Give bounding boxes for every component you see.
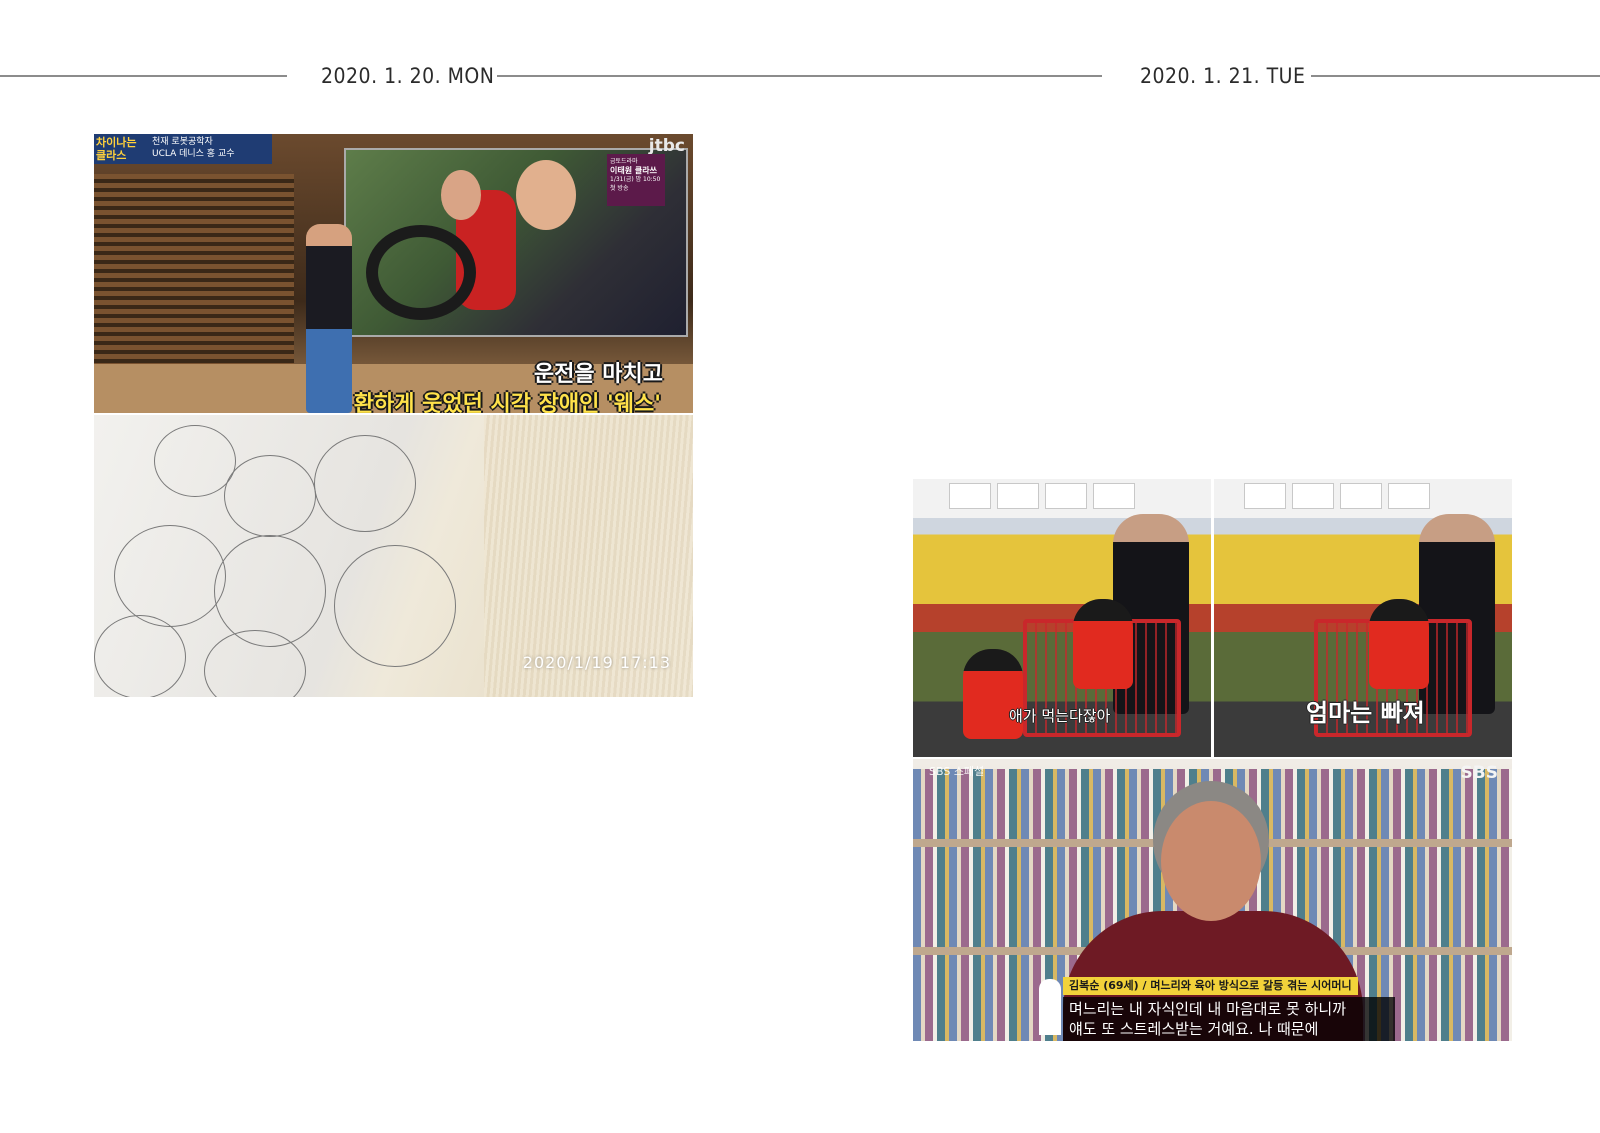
- person-face: [516, 160, 576, 230]
- child-figure: [1369, 599, 1429, 689]
- animal-doodle: [334, 545, 456, 667]
- channel-logo: SBS: [1460, 763, 1498, 783]
- animal-doodle: [154, 425, 236, 497]
- fabric-photo: 2020/1/19 17:13: [94, 415, 693, 697]
- subtitle: 엄마는 빠져: [1306, 699, 1425, 727]
- date-left: 2020. 1. 20. MON: [321, 64, 495, 88]
- price-tag: [1093, 483, 1135, 509]
- child-figure: [1073, 599, 1133, 689]
- animal-doodle: [314, 435, 416, 532]
- ticker-line-2: UCLA 데니스 홍 교수: [152, 149, 235, 159]
- tv-screenshot-market-2: 엄마는 빠져: [1214, 479, 1512, 757]
- date-right: 2020. 1. 21. TUE: [1140, 64, 1306, 88]
- header-rule-middle: [497, 75, 1102, 77]
- person-face: [441, 170, 481, 220]
- caption-line-2: 환하게 웃었던 시각 장애인 '웨스': [353, 392, 661, 413]
- channel-logo: jtbc: [648, 136, 685, 156]
- name-tag: 김복순 (69세) / 며느리와 육아 방식으로 갈등 겪는 시어머니: [1063, 977, 1358, 995]
- price-tag: [1244, 483, 1286, 509]
- stage-blinds: [94, 174, 294, 364]
- price-tag: [1292, 483, 1334, 509]
- show-logo: 차이나는 클라스: [96, 136, 137, 162]
- program-logo: SBS 스페셜: [929, 765, 985, 778]
- interview-caption: 김복순 (69세) / 며느리와 육아 방식으로 갈등 겪는 시어머니 며느리는…: [1063, 977, 1443, 1041]
- ticker-line-1: 천재 로봇공학자: [152, 137, 213, 147]
- promo-time: 1/31(금) 밤 10:50: [610, 176, 661, 183]
- header-rule-right: [1311, 75, 1600, 77]
- tv-screenshot-jtbc: 차이나는 클라스 천재 로봇공학자 UCLA 데니스 홍 교수 jtbc 금토드…: [94, 134, 693, 413]
- promo-title: 이태원 클라쓰: [610, 166, 657, 175]
- price-tag: [949, 483, 991, 509]
- header-rule-left: [0, 75, 287, 77]
- price-tag: [1388, 483, 1430, 509]
- program-ticker: 차이나는 클라스 천재 로봇공학자 UCLA 데니스 홍 교수: [94, 134, 272, 164]
- presenter: [306, 224, 352, 413]
- animal-doodle: [114, 525, 226, 627]
- animal-doodle: [224, 455, 316, 537]
- animal-doodle: [94, 615, 186, 697]
- price-tag: [1045, 483, 1087, 509]
- tv-screenshot-sbs-interview: SBS 스페셜 SBS 김복순 (69세) / 며느리와 육아 방식으로 갈등 …: [913, 759, 1512, 1041]
- tv-screenshot-market-1: 애가 먹는다잖아: [913, 479, 1211, 757]
- caption-line-1: 운전을 마치고: [533, 362, 663, 387]
- quote-text: 며느리는 내 자식인데 내 마음대로 못 하니까 얘도 또 스트레스받는 거예요…: [1063, 997, 1395, 1041]
- price-tag: [1340, 483, 1382, 509]
- subtitle: 애가 먹는다잖아: [1009, 707, 1111, 725]
- promo-note: 첫 방송: [610, 185, 629, 192]
- photo-timestamp: 2020/1/19 17:13: [522, 653, 671, 672]
- promo-box: 금토드라마 이태원 클라쓰 1/31(금) 밤 10:50 첫 방송: [607, 154, 665, 206]
- interviewee-face: [1161, 801, 1261, 921]
- person-icon: [1039, 979, 1061, 1035]
- price-tag: [997, 483, 1039, 509]
- steering-wheel: [366, 225, 476, 320]
- animal-doodle: [214, 535, 326, 647]
- promo-label: 금토드라마: [610, 158, 638, 165]
- ticker-text: 천재 로봇공학자 UCLA 데니스 홍 교수: [152, 136, 235, 160]
